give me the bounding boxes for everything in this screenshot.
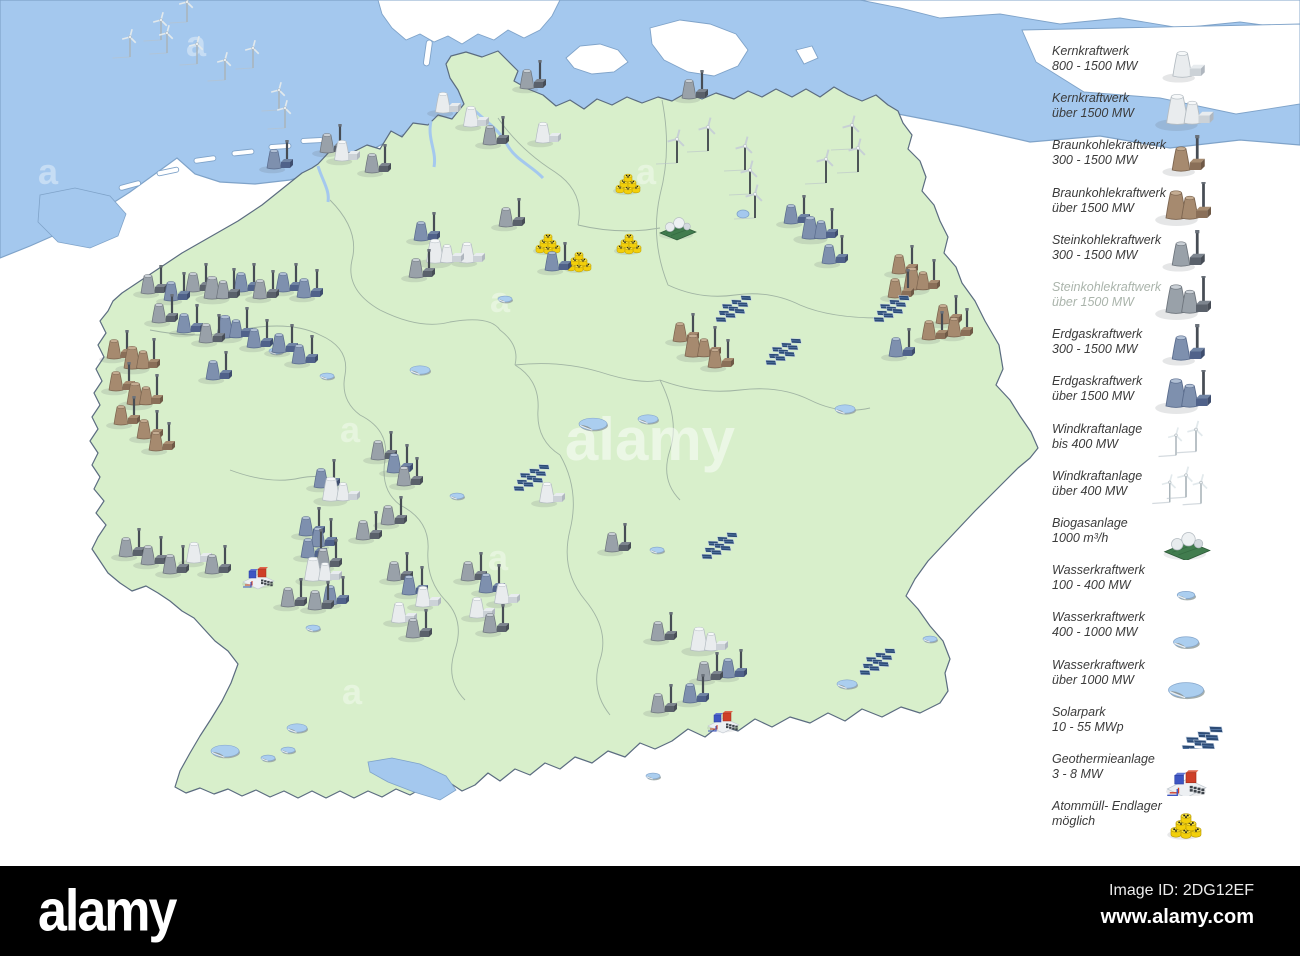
lake-mueritz [736,209,750,219]
legend-item-wind_s: Windkraftanlage bis 400 MW [1040,418,1296,466]
legend-item-kkw_s: Kernkraftwerk 800 - 1500 MW [1040,40,1296,88]
legend-icon-wind_l [1152,466,1208,506]
legend-icon-bkw_l [1155,181,1211,226]
legend-item-water_l: Wasserkraftwerk über 1000 MW [1040,654,1296,702]
marker-water_s [645,772,661,781]
legend-icon-biogas [1163,532,1211,560]
legend-item-gkw_l: Erdgaskraftwerk über 1500 MW [1040,370,1296,418]
watermark-bar: alamy Image ID: 2DG12EF www.alamy.com [0,866,1300,956]
legend-item-water_s: Wasserkraftwerk 100 - 400 MW [1040,559,1296,607]
legend-icon-bkw_s [1162,135,1205,177]
legend-icon-skw_l [1155,276,1211,320]
legend-icon-water_m [1173,636,1200,650]
legend-item-geo: Geothermieanlage 3 - 8 MW [1040,748,1296,796]
legend-icon-wind_s [1158,420,1203,457]
legend-item-skw_l: Steinkohlekraftwerk über 1500 MW [1040,276,1296,324]
legend: Kernkraftwerk 800 - 1500 MW Kernkraftwerk ü… [1040,0,1298,866]
svg-text:a: a [38,151,59,192]
alamy-url: www.alamy.com [1100,906,1254,928]
svg-text:a: a [342,671,363,712]
legend-item-gkw_s: Erdgaskraftwerk 300 - 1500 MW [1040,323,1296,371]
legend-icon-kkw_s [1162,51,1205,83]
legend-item-kkw_l: Kernkraftwerk über 1500 MW [1040,87,1296,135]
alamy-logo: alamy [38,879,177,945]
legend-item-skw_s: Steinkohlekraftwerk 300 - 1500 MW [1040,229,1296,277]
svg-text:a: a [340,409,361,450]
legend-item-bkw_s: Braunkohlekraftwerk 300 - 1500 MW [1040,134,1296,182]
legend-item-biogas: Biogasanlage 1000 m³/h [1040,512,1296,560]
legend-item-barrels: Atommüll- Endlager möglich [1040,795,1296,843]
legend-item-wind_l: Windkraftanlage über 400 MW [1040,465,1296,513]
legend-icon-geo [1166,770,1207,796]
legend-item-water_m: Wasserkraftwerk 400 - 1000 MW [1040,606,1296,654]
legend-icon-skw_s [1162,229,1205,272]
legend-icon-gkw_s [1162,324,1205,366]
legend-item-bkw_l: Braunkohlekraftwerk über 1500 MW [1040,181,1296,230]
legend-icon-water_s [1176,591,1196,601]
legend-icon-kkw_l [1155,94,1214,132]
legend-icon-water_l [1168,681,1205,699]
legend-item-solar: Solarpark 10 - 55 MWp [1040,701,1296,749]
legend-icon-solar [1181,725,1224,749]
image-id: Image ID: 2DG12EF [1109,882,1254,899]
legend-icon-barrels [1167,813,1202,840]
stock-image: alamy a a a a a a a Kernkraftwerk800 - 1… [0,0,1300,956]
legend-icon-gkw_l [1155,370,1211,415]
